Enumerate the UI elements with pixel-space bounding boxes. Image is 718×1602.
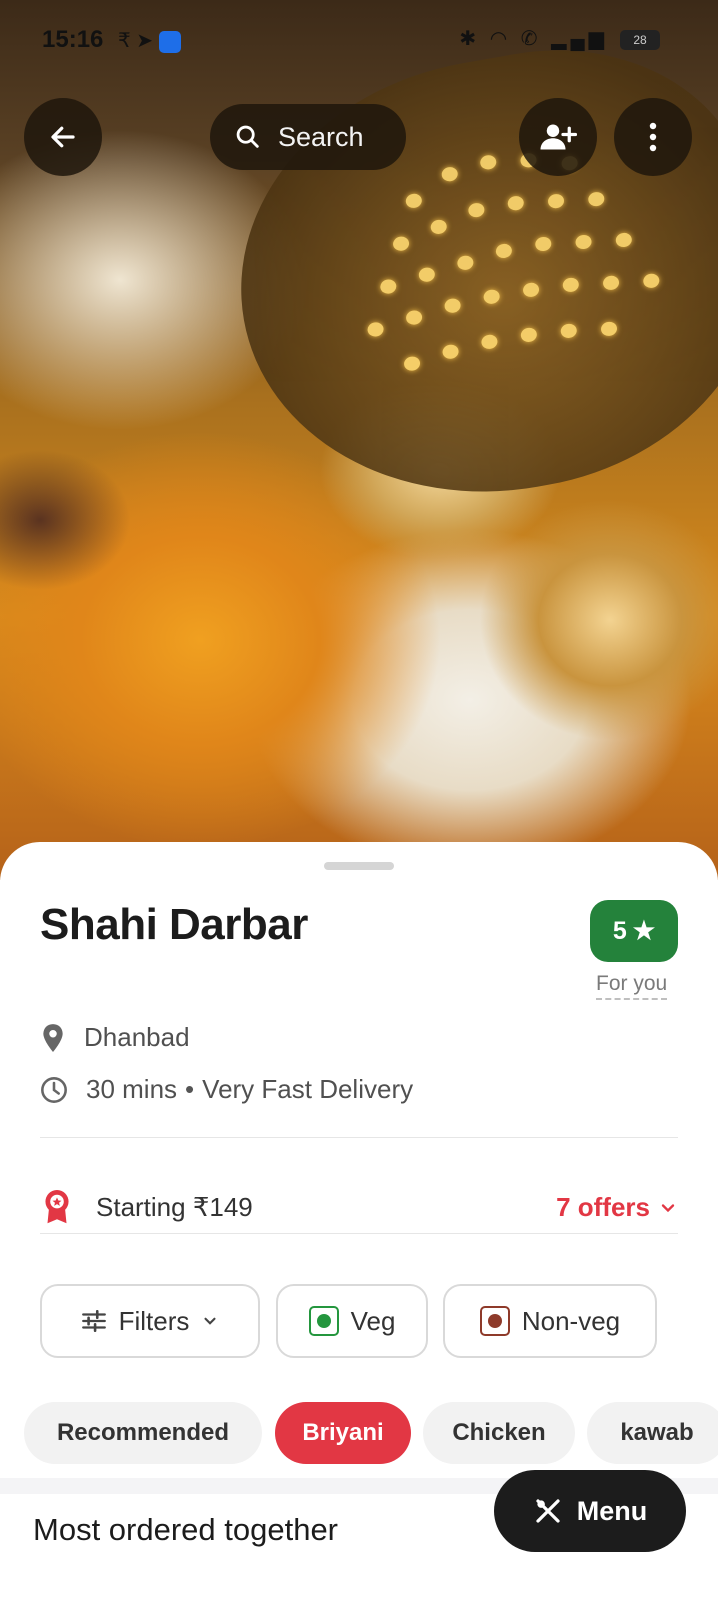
rating-caption[interactable]: For you — [596, 972, 668, 1000]
star-icon: ★ — [632, 917, 656, 945]
clock-icon — [41, 1076, 67, 1103]
dot-separator: • — [185, 1074, 195, 1104]
filters-label: Filters — [118, 1305, 190, 1336]
nonveg-icon — [479, 1306, 510, 1336]
section-title: Most ordered together — [33, 1512, 339, 1547]
location-row: Dhanbad — [40, 1022, 190, 1053]
menu-button[interactable]: Menu — [494, 1470, 686, 1552]
veg-filter-button[interactable]: Veg — [276, 1284, 428, 1358]
veg-icon — [308, 1306, 339, 1336]
status-bar: 15:16 ₹ ➤ ✱ ◠ ✆ ▂▄▆ 28 — [0, 0, 718, 80]
status-right-icons: ✱ ◠ ✆ ▂▄▆ — [459, 26, 608, 51]
call-icon: ✆ — [520, 28, 542, 50]
app-icon — [158, 30, 181, 53]
rating-value: 5 — [612, 916, 627, 945]
add-friend-button[interactable] — [519, 98, 597, 176]
fork-knife-icon — [536, 1499, 560, 1523]
telegram-icon: ➤ — [136, 30, 154, 52]
wifi-icon: ◠ — [489, 28, 512, 50]
delivery-row: 30 mins • Very Fast Delivery — [40, 1074, 413, 1105]
starting-price: Starting ₹149 — [96, 1191, 253, 1222]
search-label: Search — [278, 121, 364, 152]
location-pin-icon — [43, 1023, 63, 1052]
search-icon — [236, 125, 259, 148]
status-left-icons: ₹ ➤ — [118, 28, 181, 53]
nonveg-label: Non-veg — [521, 1305, 621, 1336]
chevron-down-icon — [661, 1203, 675, 1212]
delivery-note: Very Fast Delivery — [202, 1074, 414, 1104]
more-options-button[interactable] — [614, 98, 692, 176]
battery-indicator: 28 — [620, 30, 660, 50]
divider — [40, 1233, 678, 1234]
signal-icon: ▂▄▆ — [551, 28, 608, 50]
veg-label: Veg — [350, 1305, 396, 1336]
sliders-icon — [81, 1310, 106, 1332]
add-person-icon — [540, 124, 577, 150]
chevron-down-icon — [204, 1317, 216, 1325]
back-arrow-icon — [51, 126, 75, 148]
category-chip-briyani[interactable]: Briyani — [275, 1402, 411, 1464]
rupee-icon: ₹ — [118, 30, 131, 52]
sheet-drag-handle[interactable] — [324, 862, 394, 870]
strainer-ladle-image — [206, 18, 718, 532]
menu-label: Menu — [576, 1495, 648, 1526]
offer-badge-icon — [45, 1190, 69, 1224]
restaurant-name: Shahi Darbar — [40, 900, 308, 949]
divider — [40, 1137, 678, 1138]
back-button[interactable] — [24, 98, 102, 176]
bluetooth-icon: ✱ — [459, 28, 481, 50]
offers-count: 7 offers — [556, 1192, 650, 1222]
offers-dropdown[interactable]: 7 offers — [556, 1192, 678, 1223]
filters-button[interactable]: Filters — [40, 1284, 260, 1358]
rating-badge[interactable]: 5 ★ — [590, 900, 678, 962]
offers-row[interactable]: Starting ₹149 7 offers — [40, 1182, 678, 1232]
delivery-time: 30 mins — [86, 1074, 178, 1104]
location-text: Dhanbad — [84, 1022, 190, 1052]
category-chip-kawab[interactable]: kawab — [587, 1402, 718, 1464]
status-time: 15:16 — [42, 26, 104, 53]
category-chip-recommended[interactable]: Recommended — [24, 1402, 262, 1464]
search-button[interactable]: Search — [210, 104, 406, 170]
more-vertical-icon — [649, 122, 657, 152]
category-chip-chicken[interactable]: Chicken — [423, 1402, 575, 1464]
nonveg-filter-button[interactable]: Non-veg — [443, 1284, 657, 1358]
